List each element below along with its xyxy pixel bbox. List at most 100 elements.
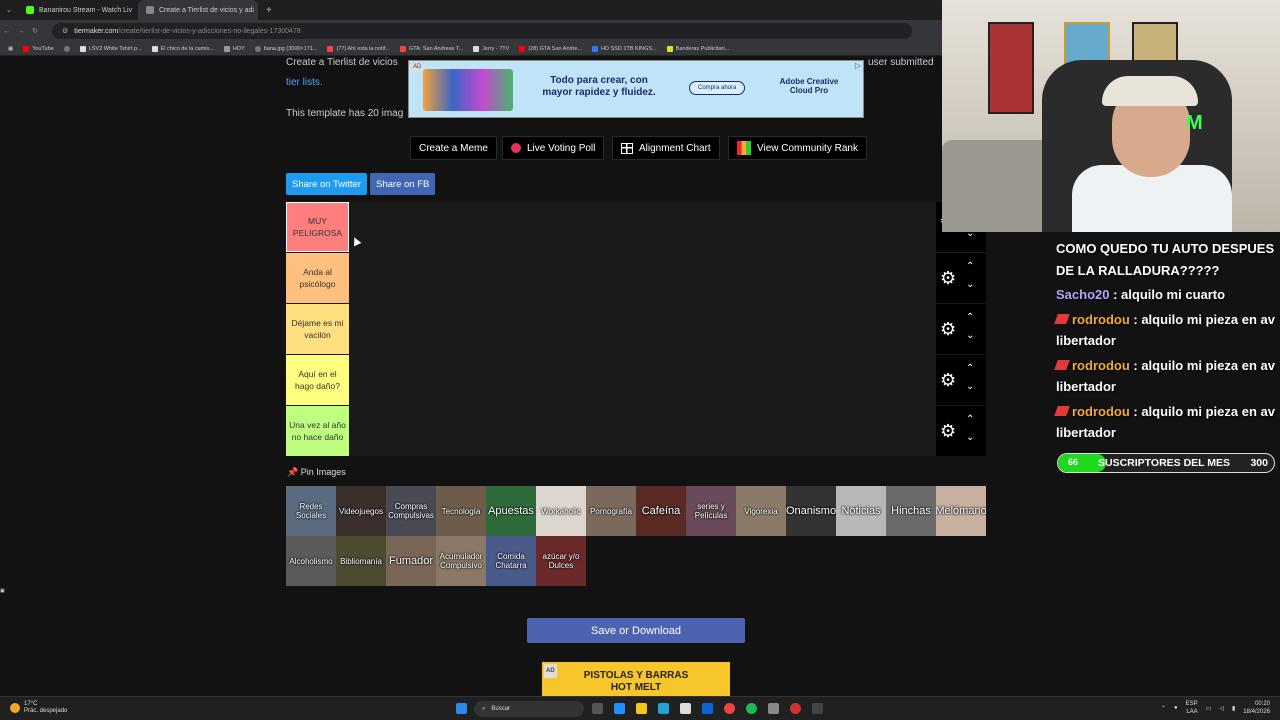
chevron-up-icon[interactable]: ⌃ <box>1161 705 1166 712</box>
tier-image-item[interactable]: Melómano <box>936 486 986 536</box>
share-twitter-button[interactable]: Share on Twitter <box>286 173 368 195</box>
spotify-icon[interactable] <box>746 703 757 714</box>
tier-label[interactable]: Aquí en el hago daño? <box>286 355 349 405</box>
bookmark-jerry[interactable]: Jerry - 7TV <box>473 45 509 52</box>
tab-search-icon[interactable]: ⌄ <box>0 6 18 14</box>
taskbar-search[interactable]: ⌕ Buscar <box>474 701 584 717</box>
bookmark-banderas[interactable]: Banderas Publicitari... <box>666 45 729 52</box>
tier-drop-zone[interactable] <box>350 406 936 456</box>
tab-kick-stream[interactable]: Bananirou Stream - Watch Liv ✕ <box>18 0 138 20</box>
chrome-icon[interactable] <box>724 703 735 714</box>
volume-icon[interactable]: ◁ <box>1219 705 1224 712</box>
view-community-rank-button[interactable]: View Community Rank <box>728 136 867 160</box>
tier-image-item[interactable]: Fumador <box>386 536 436 586</box>
chevron-down-icon[interactable]: ⌄ <box>966 381 974 392</box>
ad-buy-button[interactable]: Compra ahora <box>689 81 746 95</box>
weather-widget[interactable]: 17°C Prác. despejado <box>10 701 67 715</box>
tier-drop-zone[interactable] <box>350 304 936 354</box>
bookmark-gta-sa[interactable]: GTA: San Andreas T... <box>399 45 463 52</box>
tier-label[interactable]: Anda al psicólogo <box>286 253 349 303</box>
gear-icon[interactable]: ⚙ <box>940 319 956 340</box>
live-voting-poll-button[interactable]: Live Voting Poll <box>502 136 605 160</box>
bookmark-hoy[interactable]: HOY <box>223 45 245 52</box>
advertisement-bottom[interactable]: AD PISTOLAS Y BARRAS HOT MELT <box>542 662 730 696</box>
bookmark-lsv2[interactable]: LSV2 White Tshirt p... <box>79 45 142 52</box>
copilot-icon[interactable] <box>614 703 625 714</box>
bookmark-notif[interactable]: (77) Ahí esta la notif... <box>327 45 390 52</box>
tier-controls: ⚙ ⌃ ⌄ <box>936 355 986 405</box>
network-icon[interactable]: ▭ <box>1206 705 1212 712</box>
app-icon[interactable] <box>768 703 779 714</box>
tier-label[interactable]: Una vez al año no hace daño <box>286 406 349 456</box>
tier-image-item[interactable]: Noticias <box>836 486 886 536</box>
obs-icon[interactable] <box>790 703 801 714</box>
url-input[interactable]: ⚙ tiermaker.com/create/tierlist-de-vicio… <box>52 23 912 39</box>
advertisement-top[interactable]: AD Todo para crear, con mayor rapidez y … <box>408 60 864 118</box>
bookmark-bana[interactable]: bana.jpg (3000×171... <box>254 45 317 52</box>
language-indicator[interactable]: ESP LAA <box>1186 700 1198 716</box>
tier-image-item[interactable]: Onanismo <box>786 486 836 536</box>
bookmark-ssd[interactable]: HD SSD 1TB KINGS... <box>592 45 657 52</box>
chevron-up-icon[interactable]: ⌃ <box>966 312 974 323</box>
apps-icon[interactable]: ▦ <box>8 46 13 52</box>
tier-image-item[interactable]: Apuestas <box>486 486 536 536</box>
tier-image-item[interactable]: Bibliomanía <box>336 536 386 586</box>
chevron-up-icon[interactable]: ⌃ <box>966 414 974 425</box>
create-meme-button[interactable]: Create a Meme <box>410 136 497 160</box>
tier-lists-link[interactable]: tier lists. <box>286 77 323 88</box>
tier-drop-zone[interactable] <box>350 253 936 303</box>
forward-icon[interactable]: → <box>14 28 28 35</box>
chevron-up-icon[interactable]: ⌃ <box>966 363 974 374</box>
side-app-icon[interactable]: ▣ <box>0 588 14 604</box>
tier-image-item[interactable]: Pornografía <box>586 486 636 536</box>
new-tab-button[interactable]: + <box>258 5 272 16</box>
tier-image-item[interactable]: Redes Sociales <box>286 486 336 536</box>
tier-image-item[interactable]: Workaholic <box>536 486 586 536</box>
bookmark-chico[interactable]: El chico de la camis... <box>151 45 214 52</box>
tier-image-item[interactable]: Cafeína <box>636 486 686 536</box>
back-icon[interactable]: ← <box>0 28 14 35</box>
share-fb-button[interactable]: Share on FB <box>370 173 436 195</box>
mic-icon[interactable]: ● <box>1174 705 1178 711</box>
tier-drop-zone[interactable] <box>350 355 936 405</box>
bookmark-youtube[interactable]: YouTube <box>23 45 54 52</box>
task-view-icon[interactable] <box>592 703 603 714</box>
app-icon[interactable] <box>812 703 823 714</box>
gear-icon[interactable]: ⚙ <box>940 421 956 442</box>
bookmark-gta-andre[interactable]: (28) GTA San Andre... <box>519 45 582 52</box>
chevron-down-icon[interactable]: ⌄ <box>966 279 974 290</box>
clock[interactable]: 00:20 18/4/2026 <box>1243 700 1270 716</box>
tier-image-item[interactable]: Compras Compulsivas <box>386 486 436 536</box>
save-download-button[interactable]: Save or Download <box>527 618 745 643</box>
tier-image-item[interactable]: Acumulador Compulsivo <box>436 536 486 586</box>
edge-icon[interactable] <box>658 703 669 714</box>
tier-label[interactable]: Déjame es mi vacilón <box>286 304 349 354</box>
tier-image-item[interactable]: Alcoholismo <box>286 536 336 586</box>
pin-images-toggle[interactable]: 📌 Pin Images <box>287 467 346 478</box>
file-explorer-icon[interactable] <box>636 703 647 714</box>
start-icon[interactable] <box>456 703 467 714</box>
tier-drop-zone[interactable] <box>350 202 936 252</box>
tier-image-item[interactable]: Videojuegos <box>336 486 386 536</box>
tier-image-item[interactable]: Vigorexia <box>736 486 786 536</box>
chevron-down-icon[interactable]: ⌄ <box>966 330 974 341</box>
gear-icon[interactable]: ⚙ <box>940 268 956 289</box>
battery-icon[interactable]: ▮ <box>1232 705 1235 712</box>
tier-image-item[interactable]: azúcar y/o Dulces <box>536 536 586 586</box>
ad-close-icon[interactable]: ▷ <box>855 61 861 70</box>
chevron-down-icon[interactable]: ⌄ <box>966 432 974 443</box>
mail-icon[interactable] <box>702 703 713 714</box>
tier-image-item[interactable]: Comida Chatarra <box>486 536 536 586</box>
site-info-icon[interactable]: ⚙ <box>62 27 68 35</box>
tier-image-item[interactable]: series y Películas <box>686 486 736 536</box>
tier-image-item[interactable]: Hinchas <box>886 486 936 536</box>
bookmark-globe[interactable] <box>63 45 70 52</box>
tier-image-item[interactable]: Tecnología <box>436 486 486 536</box>
chevron-up-icon[interactable]: ⌃ <box>966 261 974 272</box>
reload-icon[interactable]: ↻ <box>28 27 42 35</box>
tab-tiermaker[interactable]: Create a Tierlist de vicios y adi ✕ <box>138 0 258 20</box>
store-icon[interactable] <box>680 703 691 714</box>
tier-label[interactable]: MUY PELIGROSA <box>286 202 349 252</box>
gear-icon[interactable]: ⚙ <box>940 370 956 391</box>
alignment-chart-button[interactable]: Alignment Chart <box>612 136 720 160</box>
